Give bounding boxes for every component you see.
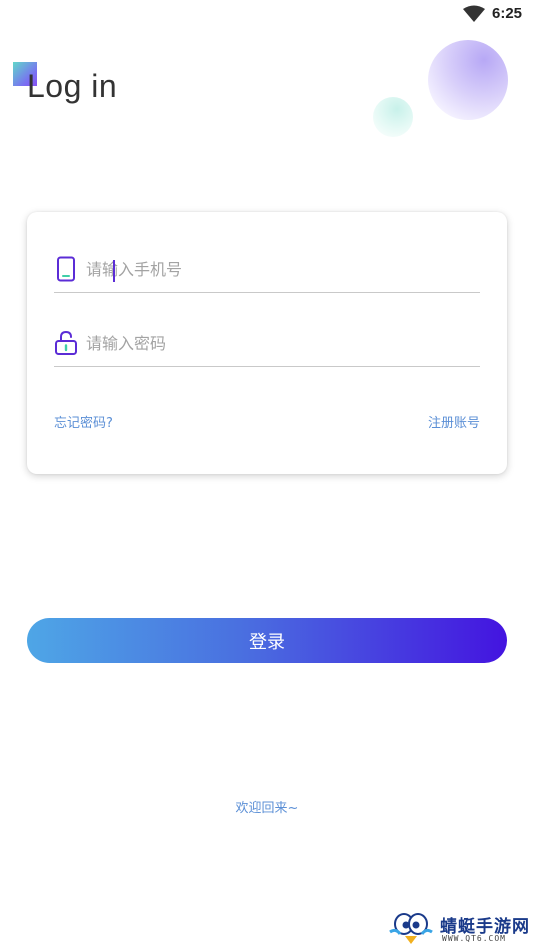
- page-title: Log in: [27, 68, 118, 104]
- unlock-icon: [55, 330, 77, 355]
- phone-icon: [57, 256, 75, 282]
- login-card: 忘记密码? 注册账号: [27, 212, 507, 474]
- wifi-icon: [463, 5, 485, 22]
- dragonfly-mascot-icon: [389, 913, 433, 944]
- login-button[interactable]: 登录: [27, 618, 507, 663]
- watermark-logo: 蜻蜓手游网 WWW.QT6.COM: [388, 910, 530, 946]
- decorative-bubble-small: [373, 97, 413, 137]
- status-time: 6:25: [492, 5, 523, 22]
- password-field: [54, 322, 480, 367]
- watermark-url: WWW.QT6.COM: [442, 934, 506, 943]
- welcome-text: 欢迎回来~: [235, 801, 299, 816]
- phone-field: [54, 248, 480, 293]
- password-input[interactable]: [86, 330, 466, 356]
- text-cursor: [113, 260, 115, 282]
- register-link[interactable]: 注册账号: [428, 412, 480, 431]
- phone-input[interactable]: [86, 256, 466, 282]
- decorative-bubble-large: [428, 40, 508, 120]
- status-bar: 6:25: [0, 0, 534, 28]
- forgot-password-link[interactable]: 忘记密码?: [54, 412, 113, 431]
